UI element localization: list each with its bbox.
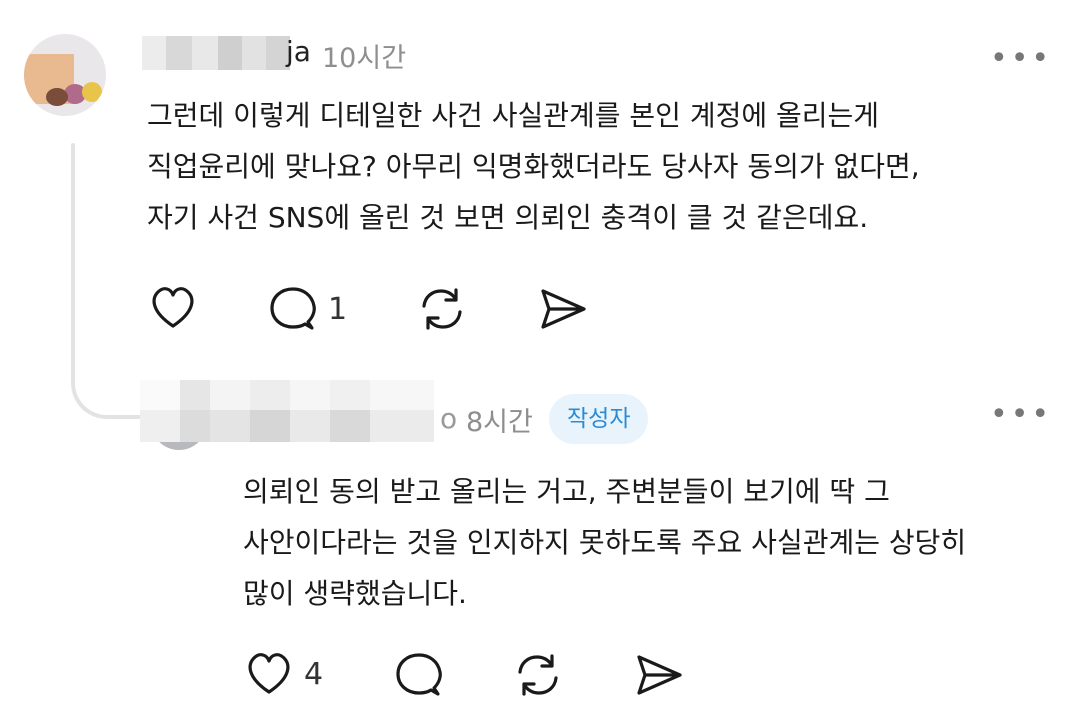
comment-body: 의뢰인 동의 받고 올리는 거고, 주변분들이 보기에 딱 그 사안이다라는 것… — [243, 466, 966, 619]
timestamp[interactable]: 10시간 — [322, 36, 406, 75]
like-button[interactable] — [148, 284, 198, 332]
comment-line: 자기 사건 SNS에 올린 것 보면 의뢰인 충격이 클 것 같은데요. — [147, 201, 869, 234]
share-button[interactable] — [634, 650, 684, 700]
comment-line: 사안이다라는 것을 인지하지 못하도록 주요 사실관계는 상당히 — [243, 526, 967, 559]
like-button[interactable]: 4 — [244, 650, 323, 698]
comment-line: 직업윤리에 맞나요? 아무리 익명화했더라도 당사자 동의가 없다면, — [147, 150, 920, 183]
repost-button[interactable] — [416, 284, 468, 334]
avatar[interactable] — [24, 34, 106, 116]
comment-body: 그런데 이렇게 디테일한 사건 사실관계를 본인 계정에 올리는게 직업윤리에 … — [147, 90, 920, 243]
share-button[interactable] — [538, 284, 588, 334]
timestamp[interactable]: 8시간 — [466, 400, 533, 439]
like-count: 4 — [304, 656, 324, 692]
author-badge: 작성자 — [549, 394, 649, 444]
comment-icon — [270, 287, 316, 330]
reply-button[interactable] — [394, 650, 444, 700]
username-tail[interactable]: o — [440, 402, 457, 435]
reply-count: 1 — [328, 291, 348, 327]
send-icon — [541, 289, 586, 329]
reply-button[interactable]: 1 — [268, 284, 347, 334]
comment-line: 의뢰인 동의 받고 올리는 거고, 주변분들이 보기에 딱 그 — [243, 475, 890, 508]
repost-icon — [422, 288, 462, 330]
heart-icon — [152, 287, 194, 328]
send-icon — [637, 655, 682, 695]
username-redacted[interactable] — [142, 36, 290, 70]
thread-line — [71, 143, 75, 371]
heart-icon — [248, 653, 290, 694]
repost-icon — [518, 654, 558, 696]
comment-line: 그런데 이렇게 디테일한 사건 사실관계를 본인 계정에 올리는게 — [147, 99, 880, 132]
repost-button[interactable] — [512, 650, 564, 700]
username-redacted[interactable] — [140, 380, 434, 442]
comment-icon — [396, 653, 442, 696]
more-options-icon[interactable]: ••• — [990, 44, 1052, 74]
username-tail[interactable]: ja — [286, 35, 311, 68]
more-options-icon[interactable]: ••• — [990, 400, 1052, 430]
comment-line: 많이 생략했습니다. — [243, 577, 467, 610]
